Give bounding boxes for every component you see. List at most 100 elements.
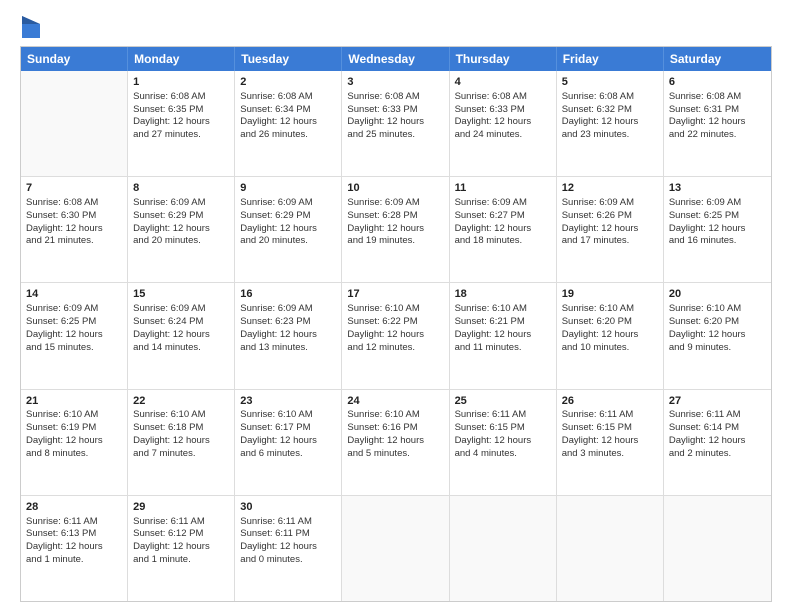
day-header-thursday: Thursday [450,47,557,71]
day-info-line: and 5 minutes. [347,448,443,461]
day-info-line: and 20 minutes. [133,235,229,248]
cal-cell: 24Sunrise: 6:10 AMSunset: 6:16 PMDayligh… [342,390,449,495]
day-info-line: and 11 minutes. [455,342,551,355]
calendar-body: 1Sunrise: 6:08 AMSunset: 6:35 PMDaylight… [21,71,771,601]
day-number: 12 [562,181,658,196]
cal-cell: 13Sunrise: 6:09 AMSunset: 6:25 PMDayligh… [664,177,771,282]
day-info-line: Sunset: 6:33 PM [455,104,551,117]
day-number: 20 [669,287,766,302]
cal-cell: 7Sunrise: 6:08 AMSunset: 6:30 PMDaylight… [21,177,128,282]
day-info-line: and 16 minutes. [669,235,766,248]
day-info-line: Sunset: 6:19 PM [26,422,122,435]
day-info-line: Sunrise: 6:10 AM [133,409,229,422]
day-number: 23 [240,394,336,409]
day-number: 14 [26,287,122,302]
day-info-line: Sunset: 6:14 PM [669,422,766,435]
day-number: 26 [562,394,658,409]
day-number: 10 [347,181,443,196]
day-info-line: Sunset: 6:20 PM [669,316,766,329]
day-info-line: Sunrise: 6:09 AM [669,197,766,210]
week-row-0: 1Sunrise: 6:08 AMSunset: 6:35 PMDaylight… [21,71,771,177]
day-info-line: Sunrise: 6:10 AM [455,303,551,316]
cal-cell: 14Sunrise: 6:09 AMSunset: 6:25 PMDayligh… [21,283,128,388]
day-info-line: and 7 minutes. [133,448,229,461]
day-info-line: Sunset: 6:23 PM [240,316,336,329]
week-row-2: 14Sunrise: 6:09 AMSunset: 6:25 PMDayligh… [21,283,771,389]
day-info-line: and 2 minutes. [669,448,766,461]
day-number: 24 [347,394,443,409]
day-info-line: Daylight: 12 hours [240,223,336,236]
day-number: 22 [133,394,229,409]
day-number: 21 [26,394,122,409]
day-info-line: Sunrise: 6:08 AM [455,91,551,104]
day-info-line: Daylight: 12 hours [562,435,658,448]
day-info-line: Daylight: 12 hours [562,329,658,342]
week-row-1: 7Sunrise: 6:08 AMSunset: 6:30 PMDaylight… [21,177,771,283]
day-info-line: Daylight: 12 hours [455,329,551,342]
cal-cell [450,496,557,601]
calendar-page: SundayMondayTuesdayWednesdayThursdayFrid… [0,0,792,612]
day-info-line: and 22 minutes. [669,129,766,142]
day-number: 2 [240,75,336,90]
day-info-line: Sunrise: 6:09 AM [455,197,551,210]
day-info-line: Daylight: 12 hours [562,116,658,129]
cal-cell: 27Sunrise: 6:11 AMSunset: 6:14 PMDayligh… [664,390,771,495]
cal-cell: 29Sunrise: 6:11 AMSunset: 6:12 PMDayligh… [128,496,235,601]
day-info-line: and 18 minutes. [455,235,551,248]
day-info-line: Daylight: 12 hours [26,541,122,554]
logo [20,16,40,38]
day-info-line: Sunrise: 6:10 AM [26,409,122,422]
cal-cell [664,496,771,601]
day-info-line: and 17 minutes. [562,235,658,248]
day-info-line: Sunset: 6:13 PM [26,528,122,541]
day-info-line: Daylight: 12 hours [133,329,229,342]
cal-cell: 25Sunrise: 6:11 AMSunset: 6:15 PMDayligh… [450,390,557,495]
day-info-line: Sunset: 6:15 PM [455,422,551,435]
day-number: 5 [562,75,658,90]
day-info-line: Sunrise: 6:11 AM [133,516,229,529]
cal-cell: 5Sunrise: 6:08 AMSunset: 6:32 PMDaylight… [557,71,664,176]
day-info-line: Sunset: 6:31 PM [669,104,766,117]
day-number: 29 [133,500,229,515]
day-number: 9 [240,181,336,196]
day-info-line: Daylight: 12 hours [133,116,229,129]
cal-cell [21,71,128,176]
cal-cell: 15Sunrise: 6:09 AMSunset: 6:24 PMDayligh… [128,283,235,388]
cal-cell: 23Sunrise: 6:10 AMSunset: 6:17 PMDayligh… [235,390,342,495]
day-number: 30 [240,500,336,515]
day-info-line: Sunset: 6:21 PM [455,316,551,329]
day-info-line: Sunset: 6:25 PM [669,210,766,223]
day-info-line: and 3 minutes. [562,448,658,461]
cal-cell: 11Sunrise: 6:09 AMSunset: 6:27 PMDayligh… [450,177,557,282]
day-info-line: Daylight: 12 hours [133,541,229,554]
day-info-line: Sunset: 6:20 PM [562,316,658,329]
day-info-line: and 12 minutes. [347,342,443,355]
day-info-line: Sunset: 6:29 PM [240,210,336,223]
cal-cell: 19Sunrise: 6:10 AMSunset: 6:20 PMDayligh… [557,283,664,388]
day-info-line: Daylight: 12 hours [455,223,551,236]
cal-cell: 30Sunrise: 6:11 AMSunset: 6:11 PMDayligh… [235,496,342,601]
day-info-line: and 8 minutes. [26,448,122,461]
day-info-line: Sunset: 6:35 PM [133,104,229,117]
day-info-line: Sunrise: 6:10 AM [347,303,443,316]
day-info-line: Daylight: 12 hours [347,116,443,129]
cal-cell: 3Sunrise: 6:08 AMSunset: 6:33 PMDaylight… [342,71,449,176]
day-info-line: Daylight: 12 hours [26,435,122,448]
day-info-line: Daylight: 12 hours [26,223,122,236]
day-info-line: Sunset: 6:28 PM [347,210,443,223]
day-info-line: Sunset: 6:33 PM [347,104,443,117]
day-info-line: Sunset: 6:34 PM [240,104,336,117]
day-info-line: Daylight: 12 hours [669,116,766,129]
day-info-line: Sunset: 6:15 PM [562,422,658,435]
day-info-line: Daylight: 12 hours [669,329,766,342]
cal-cell: 16Sunrise: 6:09 AMSunset: 6:23 PMDayligh… [235,283,342,388]
day-info-line: Sunrise: 6:09 AM [240,197,336,210]
logo-icon [22,16,40,38]
day-info-line: Sunrise: 6:11 AM [669,409,766,422]
day-info-line: Sunrise: 6:08 AM [133,91,229,104]
day-info-line: and 6 minutes. [240,448,336,461]
day-info-line: Sunrise: 6:09 AM [133,303,229,316]
cal-cell: 6Sunrise: 6:08 AMSunset: 6:31 PMDaylight… [664,71,771,176]
cal-cell [342,496,449,601]
day-info-line: Sunrise: 6:10 AM [240,409,336,422]
